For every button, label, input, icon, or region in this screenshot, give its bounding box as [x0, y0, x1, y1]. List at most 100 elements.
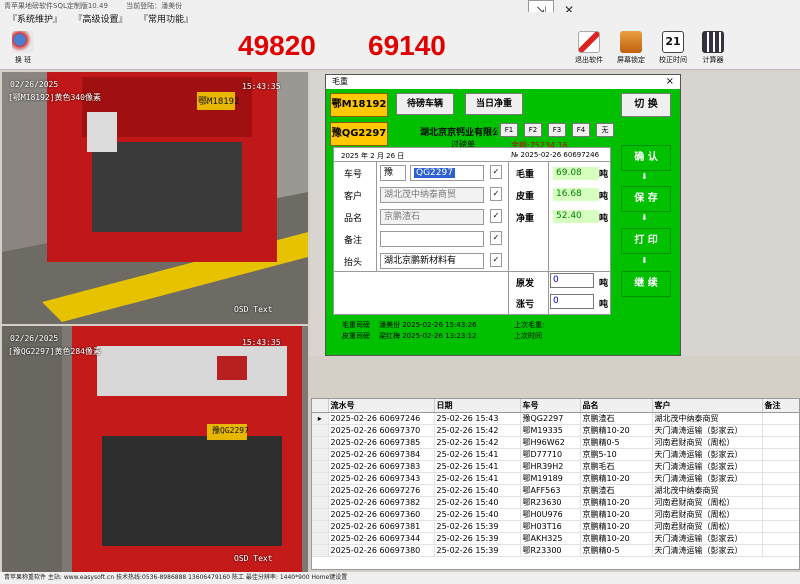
menu-system[interactable]: 『系统维护』	[8, 12, 62, 28]
table-cell: 25-02-26 15:40	[434, 496, 521, 509]
row-header[interactable]	[312, 520, 329, 533]
table-cell: 京鹏精10-20	[580, 472, 653, 485]
customer-confirm-checkbox[interactable]: ✓	[490, 187, 502, 201]
table-cell: 京鹏渣石	[580, 412, 653, 425]
remark-select[interactable]	[380, 231, 484, 247]
table-cell: 2025-02-26 60697382	[328, 496, 435, 509]
customer-select[interactable]: 湖北茂中纳泰商贸	[380, 187, 484, 203]
arrow-down-icon: ⬇	[641, 256, 648, 265]
column-header-plate[interactable]: 车号	[520, 399, 581, 413]
vehicle-button-1[interactable]: 鄂M18192	[330, 93, 388, 117]
plate-input[interactable]: QG2297	[410, 165, 484, 181]
table-cell: 河南君财商贸（周松）	[652, 496, 763, 509]
table-cell: 天门清涛运输（彭家云）	[652, 424, 763, 437]
table-cell: 25-02-26 15:42	[434, 424, 521, 437]
plate-confirm-checkbox[interactable]: ✓	[490, 165, 502, 179]
row-header[interactable]: ▸	[312, 412, 329, 425]
table-row[interactable]: 2025-02-26 60697344 25-02-26 15:39 鄂AKH325…	[312, 532, 799, 545]
table-row[interactable]: 2025-02-26 60697276 25-02-26 15:40 鄂AFF563…	[312, 484, 799, 497]
loss-input[interactable]: 0	[550, 294, 594, 309]
table-row[interactable]: 2025-02-26 60697370 25-02-26 15:42 鄂M19335…	[312, 424, 799, 437]
table-cell	[762, 496, 799, 509]
calibrate-time-button[interactable]: 21 校正时间	[656, 31, 690, 67]
table-row[interactable]: 2025-02-26 60697383 25-02-26 15:41 鄂HR39H2…	[312, 460, 799, 473]
column-header-product[interactable]: 品名	[580, 399, 653, 413]
table-row[interactable]: 2025-02-26 60697380 25-02-26 15:39 鄂R23300…	[312, 544, 799, 557]
weight-display-2: 69140	[368, 30, 446, 61]
table-cell: 2025-02-26 60697381	[328, 520, 435, 533]
row-header[interactable]	[312, 544, 329, 557]
pending-vehicles-button[interactable]: 待磅车辆	[396, 93, 454, 115]
table-cell: 京鹏渣石	[580, 484, 653, 497]
table-row[interactable]: 2025-02-26 60697360 25-02-26 15:40 鄂H0U976…	[312, 508, 799, 521]
menu-common[interactable]: 『常用功能』	[139, 12, 193, 28]
table-row[interactable]: 2025-02-26 60697384 25-02-26 15:41 鄂D77710…	[312, 448, 799, 461]
f4-button[interactable]: F4	[572, 123, 590, 137]
none-button[interactable]: 无	[596, 123, 614, 137]
original-input[interactable]: 0	[550, 273, 594, 288]
table-row[interactable]: 2025-02-26 60697343 25-02-26 15:41 鄂M19189…	[312, 472, 799, 485]
table-cell: 天门清涛运输（彭家云）	[652, 532, 763, 545]
loss-unit: 吨	[599, 300, 609, 310]
table-row[interactable]: ▸ 2025-02-26 60697246 25-02-26 15:43 豫QG229…	[312, 412, 799, 425]
column-header-serial[interactable]: 流水号	[328, 399, 435, 413]
f3-button[interactable]: F3	[548, 123, 566, 137]
camera-1-date: 02/26/2025	[10, 80, 59, 89]
print-button[interactable]: 打 印	[621, 228, 671, 254]
vehicle-button-2[interactable]: 豫QG2297	[330, 122, 388, 146]
plate-label: 车号	[344, 170, 363, 180]
lock-screen-label: 屏幕锁定	[617, 56, 645, 64]
calendar-icon: 21	[662, 31, 684, 53]
today-net-button[interactable]: 当日净重	[465, 93, 523, 115]
dialog-close-icon[interactable]: ×	[666, 75, 674, 89]
save-button[interactable]: 保 存	[621, 186, 671, 212]
table-row[interactable]: 2025-02-26 60697381 25-02-26 15:39 鄂H03T16…	[312, 520, 799, 533]
row-header[interactable]	[312, 460, 329, 473]
table-cell: 河南君财商贸（周松）	[652, 508, 763, 521]
table-row[interactable]: 2025-02-26 60697382 25-02-26 15:40 鄂R23630…	[312, 496, 799, 509]
row-header[interactable]	[312, 508, 329, 521]
menu-advanced[interactable]: 『高级设置』	[74, 12, 128, 28]
row-header[interactable]	[312, 448, 329, 461]
switch-button[interactable]: 切 换	[621, 93, 671, 117]
confirm-button[interactable]: 确 认	[621, 145, 671, 171]
shift-button[interactable]: 换 班	[6, 31, 40, 67]
row-header[interactable]	[312, 472, 329, 485]
table-cell: 豫QG2297	[520, 412, 581, 425]
continue-button[interactable]: 继 续	[621, 271, 671, 297]
row-header[interactable]	[312, 436, 329, 449]
row-header[interactable]	[312, 484, 329, 497]
exit-button[interactable]: 退出软件	[572, 31, 606, 67]
lock-screen-icon	[620, 31, 642, 53]
table-cell: 河南君财商贸（周松）	[652, 436, 763, 449]
customer-label: 客户	[344, 192, 363, 202]
table-cell: 鄂H03T16	[520, 520, 581, 533]
original-label: 原发	[516, 279, 535, 289]
plate-value: QG2297	[414, 168, 455, 178]
table-row[interactable]: 2025-02-26 60697385 25-02-26 15:42 鄂H96W62…	[312, 436, 799, 449]
product-confirm-checkbox[interactable]: ✓	[490, 209, 502, 223]
row-header[interactable]	[312, 532, 329, 545]
tare-weigher-label: 皮重司磅	[342, 332, 370, 340]
column-header-customer[interactable]: 客户	[652, 399, 763, 413]
product-select[interactable]: 京鹏渣石	[380, 209, 484, 225]
row-header[interactable]	[312, 496, 329, 509]
column-header-date[interactable]: 日期	[434, 399, 521, 413]
table-cell: 京鹏毛石	[580, 460, 653, 473]
f2-button[interactable]: F2	[524, 123, 542, 137]
header-select[interactable]: 湖北京鹏新材料有	[380, 253, 484, 269]
row-header[interactable]	[312, 424, 329, 437]
remark-confirm-checkbox[interactable]: ✓	[490, 231, 502, 245]
calculator-button[interactable]: 计算器	[696, 31, 730, 67]
header-confirm-checkbox[interactable]: ✓	[490, 253, 502, 267]
records-table[interactable]: 流水号 日期 车号 品名 客户 备注 ▸ 2025-02-26 60697246 2…	[311, 398, 800, 570]
table-cell: 25-02-26 15:39	[434, 532, 521, 545]
gross-value: 69.08	[553, 167, 599, 180]
camera-1-plate: 鄂M18192	[198, 97, 240, 107]
f1-button[interactable]: F1	[500, 123, 518, 137]
lock-screen-button[interactable]: 屏幕锁定	[614, 31, 648, 67]
arrow-down-icon: ⬇	[641, 172, 648, 181]
plate-province-select[interactable]: 豫	[380, 165, 406, 181]
gross-label: 毛重	[516, 170, 535, 180]
column-header-remark[interactable]: 备注	[762, 399, 799, 413]
